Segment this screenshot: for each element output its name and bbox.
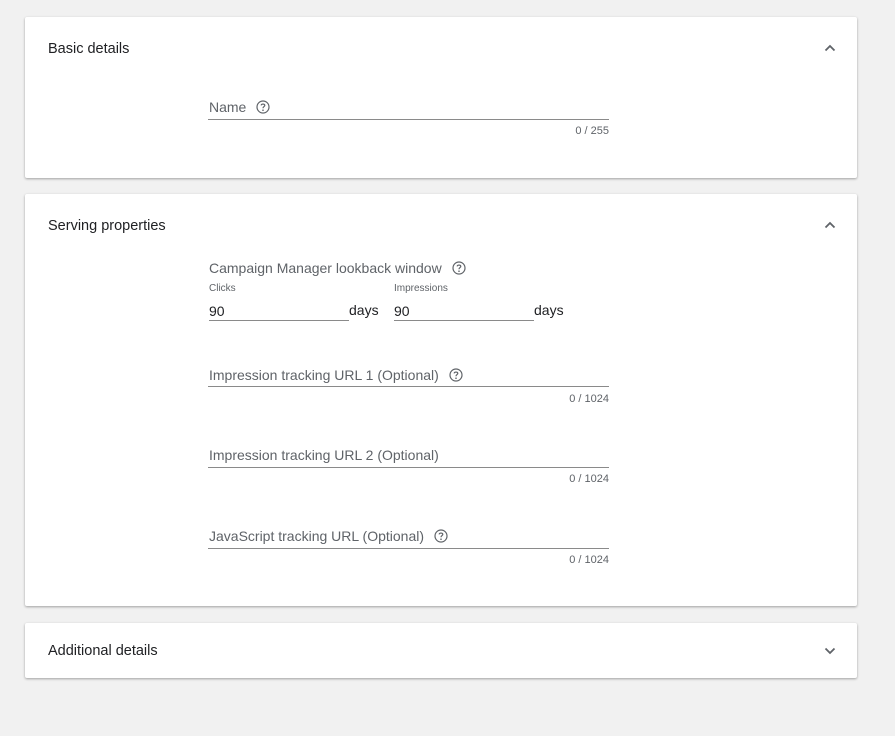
clicks-value: 90: [209, 303, 225, 319]
additional-details-card[interactable]: Additional details: [25, 623, 857, 678]
impressions-unit: days: [534, 302, 564, 318]
clicks-unit: days: [349, 302, 379, 318]
impression-tracking-url-1-underline: [208, 386, 609, 387]
basic-details-card: Basic details Name 0 / 255: [25, 17, 857, 178]
impression-tracking-url-1-input[interactable]: [208, 365, 609, 405]
impression-tracking-url-1-counter: 0 / 1024: [569, 393, 609, 405]
name-field[interactable]: Name 0 / 255: [208, 95, 609, 137]
name-counter: 0 / 255: [575, 125, 609, 137]
help-icon[interactable]: [452, 261, 466, 275]
serving-properties-title[interactable]: Serving properties: [48, 218, 166, 234]
clicks-label: Clicks: [209, 283, 236, 294]
serving-properties-card: Serving properties Campaign Manager look…: [25, 194, 857, 606]
name-input[interactable]: [208, 95, 609, 131]
additional-details-title[interactable]: Additional details: [48, 643, 158, 659]
impression-tracking-url-2-input[interactable]: [208, 445, 609, 485]
impression-tracking-url-1-field[interactable]: Impression tracking URL 1 (Optional) 0 /…: [208, 365, 609, 405]
impressions-value: 90: [394, 303, 410, 319]
impression-tracking-url-2-field[interactable]: Impression tracking URL 2 (Optional) 0 /…: [208, 445, 609, 485]
chevron-down-icon[interactable]: [823, 644, 837, 658]
lookback-window-label: Campaign Manager lookback window: [209, 260, 442, 276]
javascript-tracking-url-underline: [208, 548, 609, 549]
clicks-input[interactable]: 90: [209, 298, 349, 321]
javascript-tracking-url-counter: 0 / 1024: [569, 554, 609, 566]
lookback-window-heading: Campaign Manager lookback window: [209, 260, 466, 276]
javascript-tracking-url-input[interactable]: [208, 526, 609, 566]
chevron-up-icon[interactable]: [823, 41, 837, 55]
name-underline: [208, 119, 609, 120]
chevron-up-icon[interactable]: [823, 218, 837, 232]
impression-tracking-url-2-underline: [208, 467, 609, 468]
impressions-input[interactable]: 90: [394, 298, 534, 321]
javascript-tracking-url-field[interactable]: JavaScript tracking URL (Optional) 0 / 1…: [208, 526, 609, 566]
basic-details-title[interactable]: Basic details: [48, 41, 129, 57]
impressions-label: Impressions: [394, 283, 448, 294]
impression-tracking-url-2-counter: 0 / 1024: [569, 473, 609, 485]
